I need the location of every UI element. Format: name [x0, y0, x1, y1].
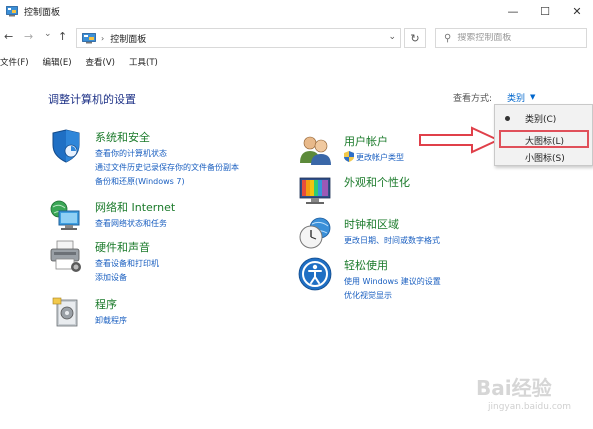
menu-edit[interactable]: 编辑(E)	[43, 56, 72, 72]
window-title: 控制面板	[24, 7, 61, 18]
link-optimize-display[interactable]: 优化视觉显示	[344, 290, 392, 301]
printer-icon	[49, 239, 83, 273]
category-title[interactable]: 系统和安全	[95, 129, 150, 145]
address-bar[interactable]: › 控制面板 ⌄	[76, 28, 401, 48]
category-programs: 程序 卸载程序	[49, 296, 249, 330]
category-title[interactable]: 硬件和声音	[95, 239, 150, 255]
category-title[interactable]: 程序	[95, 296, 117, 312]
link-network-status[interactable]: 查看网络状态和任务	[95, 218, 167, 229]
menu-tools[interactable]: 工具(T)	[129, 56, 158, 72]
category-ease-of-access: 轻松使用 使用 Windows 建议的设置 优化视觉显示	[298, 257, 498, 305]
category-title[interactable]: 时钟和区域	[344, 216, 399, 232]
page-title: 调整计算机的设置	[48, 93, 136, 106]
refresh-button[interactable]: ↻	[404, 28, 426, 48]
annotation-arrow	[418, 126, 501, 154]
view-by-dropdown-menu: 类别(C) 大图标(L) 小图标(S)	[494, 104, 593, 166]
view-by-label: 查看方式:	[453, 94, 493, 104]
category-hardware-sound: 硬件和声音 查看设备和打印机 添加设备	[49, 239, 249, 287]
view-by-dropdown-arrow-icon[interactable]: ▼	[530, 93, 535, 101]
category-title[interactable]: 用户帐户	[344, 133, 388, 149]
link-devices-printers[interactable]: 查看设备和打印机	[95, 258, 159, 269]
search-icon: ⚲	[444, 32, 452, 44]
link-recommended-settings[interactable]: 使用 Windows 建议的设置	[344, 276, 441, 287]
category-appearance: 外观和个性化	[298, 174, 488, 208]
category-title[interactable]: 网络和 Internet	[95, 199, 175, 215]
minimize-button[interactable]: —	[497, 0, 529, 22]
dropdown-item-category[interactable]: 类别(C)	[495, 109, 592, 127]
uac-shield-icon	[344, 151, 354, 162]
maximize-button[interactable]: ☐	[529, 0, 561, 22]
network-icon	[49, 199, 83, 233]
control-panel-icon	[82, 32, 96, 44]
watermark-url: jingyan.baidu.com	[488, 402, 572, 412]
menu-file[interactable]: 文件(F)	[0, 56, 29, 72]
search-input[interactable]	[457, 33, 578, 43]
category-network-internet: 网络和 Internet 查看网络状态和任务	[49, 199, 249, 233]
highlight-box	[499, 130, 589, 148]
link-change-account-type[interactable]: 更改帐户类型	[356, 152, 404, 163]
address-dropdown-chevron-icon[interactable]: ⌄	[388, 32, 396, 42]
accessibility-icon	[298, 257, 332, 291]
category-title[interactable]: 外观和个性化	[344, 174, 410, 190]
recent-locations-chevron-icon[interactable]: ⌄	[44, 29, 52, 39]
category-title[interactable]: 轻松使用	[344, 257, 388, 273]
link-uninstall-program[interactable]: 卸载程序	[95, 315, 127, 326]
back-arrow-icon[interactable]: ←	[4, 30, 13, 43]
navigation-bar: ← → ⌄ ↑ › 控制面板 ⌄ ↻ ⚲	[0, 26, 593, 50]
search-box[interactable]: ⚲	[435, 28, 587, 48]
programs-icon	[49, 296, 83, 330]
users-icon	[298, 133, 332, 167]
title-bar: 控制面板 — ☐ ✕	[0, 0, 593, 22]
view-by-selector[interactable]: 类别	[507, 91, 525, 104]
menu-bar: 文件(F) 编辑(E) 查看(V) 工具(T)	[0, 56, 593, 72]
link-add-device[interactable]: 添加设备	[95, 272, 127, 283]
baidu-watermark: Bai经验 jingyan.baidu.com	[476, 372, 588, 424]
category-clock-region: 时钟和区域 更改日期、时间或数字格式	[298, 216, 498, 250]
watermark-text: Bai经验	[476, 376, 552, 400]
link-file-history-backup[interactable]: 通过文件历史记录保存你的文件备份副本	[95, 162, 239, 173]
shield-icon	[49, 129, 83, 163]
category-system-security: 系统和安全 查看你的计算机状态 通过文件历史记录保存你的文件备份副本 备份和还原…	[49, 129, 309, 189]
breadcrumb-separator-icon: ›	[101, 33, 105, 43]
link-change-date-time[interactable]: 更改日期、时间或数字格式	[344, 235, 440, 246]
breadcrumb-control-panel[interactable]: 控制面板	[110, 32, 146, 45]
close-button[interactable]: ✕	[561, 0, 593, 22]
menu-view[interactable]: 查看(V)	[86, 56, 115, 72]
control-panel-app-icon	[6, 5, 18, 17]
appearance-icon	[298, 174, 332, 208]
link-backup-restore[interactable]: 备份和还原(Windows 7)	[95, 176, 185, 187]
clock-icon	[298, 216, 332, 250]
link-view-computer-status[interactable]: 查看你的计算机状态	[95, 148, 167, 159]
up-arrow-icon[interactable]: ↑	[58, 30, 67, 43]
selected-radio-dot-icon	[505, 116, 510, 121]
dropdown-item-small-icons[interactable]: 小图标(S)	[495, 148, 592, 166]
forward-arrow-icon[interactable]: →	[24, 30, 33, 43]
